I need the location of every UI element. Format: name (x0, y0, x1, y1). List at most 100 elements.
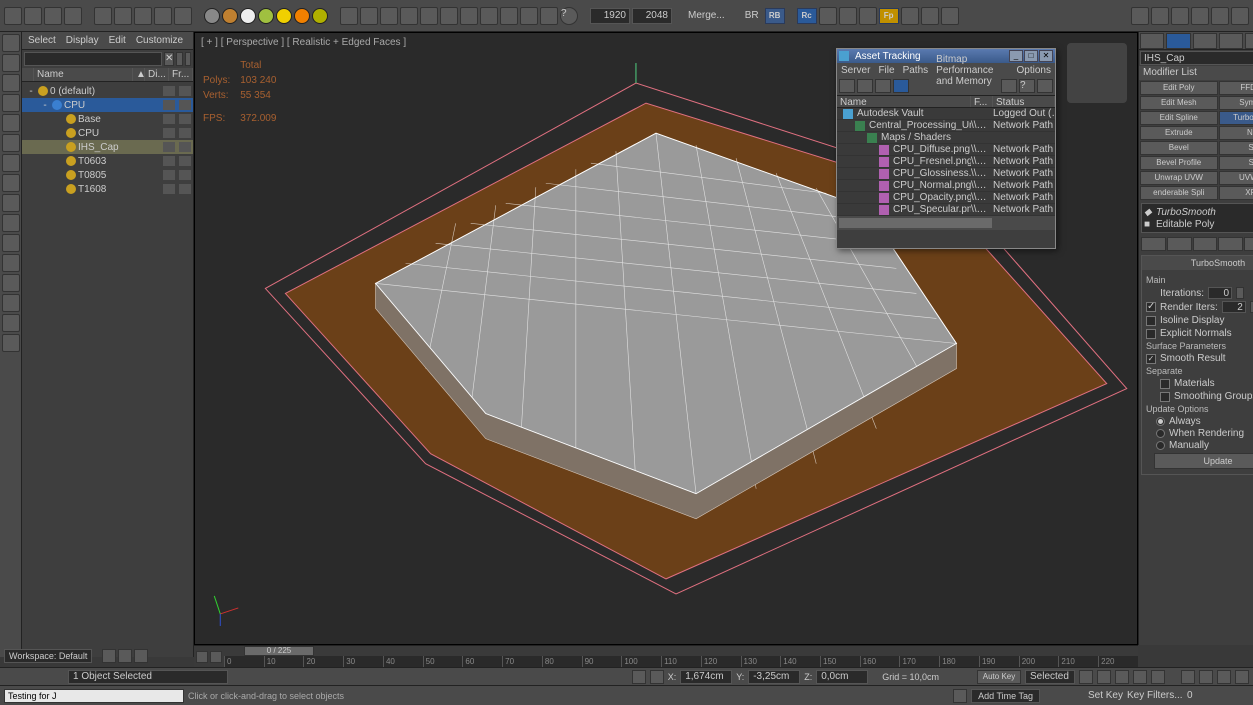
update-rendering-radio[interactable] (1156, 429, 1165, 438)
tool-btn[interactable] (114, 7, 132, 25)
color-swatch[interactable] (258, 8, 274, 24)
tool-btn[interactable] (941, 7, 959, 25)
tool-btn[interactable] (839, 7, 857, 25)
visibility-icon[interactable] (163, 142, 175, 152)
tab-motion[interactable] (1219, 33, 1243, 49)
rc-badge[interactable]: Rc (797, 8, 817, 24)
viewcube[interactable] (1067, 43, 1127, 103)
tool-btn[interactable] (94, 7, 112, 25)
options-icon[interactable] (1037, 79, 1053, 93)
asset-row[interactable]: CPU_Normal.png\\…Network Path (837, 180, 1055, 192)
asset-row[interactable]: CPU_Glossiness.png\\…Network Path (837, 168, 1055, 180)
asset-row[interactable]: Central_Processing_Unit_vr…\\…Network Pa… (837, 120, 1055, 132)
tool-btn[interactable] (134, 7, 152, 25)
viewnav-icon[interactable] (1199, 670, 1213, 684)
merge-button[interactable]: Merge... (684, 10, 729, 21)
materials-check[interactable] (1160, 379, 1170, 389)
tree-row[interactable]: T1608 (22, 182, 193, 196)
tool-btn[interactable] (174, 7, 192, 25)
close-icon[interactable]: ✕ (1039, 50, 1053, 62)
modifier-preset-button[interactable]: XForm (1219, 186, 1253, 200)
lt-btn[interactable] (2, 34, 20, 52)
col-fp[interactable]: F... (971, 96, 993, 107)
freeze-icon[interactable] (179, 184, 191, 194)
help-icon[interactable]: ? (560, 7, 578, 25)
modifier-preset-button[interactable]: Edit Spline (1140, 111, 1218, 125)
modifier-preset-button[interactable]: enderable Spli (1140, 186, 1218, 200)
filter-icon[interactable] (185, 52, 191, 66)
tool-btn[interactable] (500, 7, 518, 25)
tool-btn[interactable] (440, 7, 458, 25)
refresh-icon[interactable] (1001, 79, 1017, 93)
freeze-icon[interactable] (179, 128, 191, 138)
at-btn[interactable] (839, 79, 855, 93)
stack-btn[interactable] (1167, 237, 1192, 251)
asset-menu-item[interactable]: Options (1017, 65, 1051, 76)
tree-row[interactable]: IHS_Cap (22, 140, 193, 154)
visibility-icon[interactable] (163, 156, 175, 166)
modifier-stack[interactable]: ◆TurboSmooth■Editable Poly (1141, 203, 1253, 233)
stack-btn[interactable] (1218, 237, 1243, 251)
goto-start-icon[interactable] (1079, 670, 1093, 684)
coord-z-field[interactable]: 0,0cm (816, 670, 868, 684)
at-btn[interactable] (875, 79, 891, 93)
visibility-icon[interactable] (163, 184, 175, 194)
menu-display[interactable]: Display (66, 35, 99, 46)
ws-icon[interactable] (118, 649, 132, 663)
modifier-preset-button[interactable]: Bevel (1140, 141, 1218, 155)
tab-hierarchy[interactable] (1193, 33, 1217, 49)
tool-btn[interactable] (520, 7, 538, 25)
prev-frame-icon[interactable] (1097, 670, 1111, 684)
asset-menu-item[interactable]: Paths (903, 65, 929, 76)
lt-btn[interactable] (2, 194, 20, 212)
render-width-field[interactable]: 1920 (590, 8, 630, 24)
time-slider-track[interactable]: 0 / 225 01020304050607080901001101201301… (224, 646, 1138, 668)
viewnav-icon[interactable] (1217, 670, 1231, 684)
current-frame-field[interactable]: 0 (1187, 690, 1217, 701)
visibility-icon[interactable] (163, 86, 175, 96)
stack-item[interactable]: ◆TurboSmooth (1144, 206, 1253, 218)
freeze-icon[interactable] (179, 170, 191, 180)
tool-btn[interactable] (1191, 7, 1209, 25)
asset-row[interactable]: Maps / Shaders (837, 132, 1055, 144)
tool-btn[interactable] (1131, 7, 1149, 25)
stack-btn[interactable] (1141, 237, 1166, 251)
time-slider[interactable]: 0 / 225 (244, 646, 314, 656)
modifier-preset-button[interactable]: Edit Mesh (1140, 96, 1218, 110)
menu-select[interactable]: Select (28, 35, 56, 46)
tool-btn[interactable] (1231, 7, 1249, 25)
tool-btn[interactable] (420, 7, 438, 25)
col-fr[interactable]: Fr... (169, 68, 193, 81)
asset-row[interactable]: CPU_Fresnel.png\\…Network Path (837, 156, 1055, 168)
key-filters-button[interactable]: Key Filters... (1127, 690, 1183, 701)
smooth-result-check[interactable]: ✓ (1146, 354, 1156, 364)
tool-btn[interactable] (64, 7, 82, 25)
at-btn[interactable] (857, 79, 873, 93)
expand-icon[interactable]: - (40, 100, 50, 111)
tool-btn[interactable] (859, 7, 877, 25)
modifier-preset-button[interactable]: TurboSmooth (1219, 111, 1253, 125)
tool-btn[interactable] (819, 7, 837, 25)
stack-item[interactable]: ■Editable Poly (1144, 218, 1253, 230)
freeze-icon[interactable] (179, 100, 191, 110)
freeze-icon[interactable] (179, 114, 191, 124)
tool-btn[interactable] (901, 7, 919, 25)
play-icon[interactable] (1115, 670, 1129, 684)
render-height-field[interactable]: 2048 (632, 8, 672, 24)
color-swatch[interactable] (240, 8, 256, 24)
viewnav-icon[interactable] (1235, 670, 1249, 684)
at-btn[interactable] (893, 79, 909, 93)
visibility-icon[interactable] (163, 170, 175, 180)
freeze-icon[interactable] (179, 142, 191, 152)
scene-filter-input[interactable] (24, 52, 162, 66)
stack-bullet-icon[interactable]: ■ (1144, 219, 1152, 230)
hscrollbar[interactable] (837, 216, 1055, 230)
modifier-preset-button[interactable]: FFD(box) (1219, 81, 1253, 95)
tool-btn[interactable] (540, 7, 558, 25)
lt-btn[interactable] (2, 274, 20, 292)
object-name-field[interactable] (1140, 51, 1253, 65)
lt-btn[interactable] (2, 314, 20, 332)
modifier-preset-button[interactable]: Bevel Profile (1140, 156, 1218, 170)
viewnav-icon[interactable] (1181, 670, 1195, 684)
lt-btn[interactable] (2, 74, 20, 92)
